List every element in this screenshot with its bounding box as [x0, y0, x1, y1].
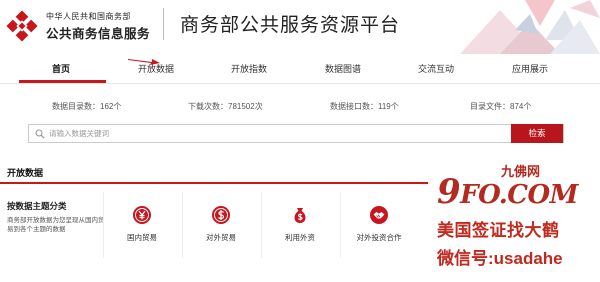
category-intro: 按数据主题分类 商务部开放数据为您呈现从国内贸易到各个主题的数据	[0, 192, 110, 262]
service-name: 公共商务信息服务	[46, 27, 151, 41]
nav-item-open-index[interactable]: 开放指数	[231, 62, 267, 75]
ministry-logo-icon[interactable]	[4, 8, 40, 44]
platform-title: 商务部公共服务资源平台	[180, 15, 401, 36]
category-label: 对外投资合作	[356, 233, 402, 242]
nav-active-underline	[19, 80, 106, 83]
stat-catalog-count: 数据目录数：162个	[52, 102, 122, 111]
category-label: 利用外资	[285, 233, 315, 242]
section-title-open-data: 开放数据	[7, 168, 44, 178]
nav-item-communication[interactable]: 交流互动	[418, 62, 454, 75]
watermark-domain-rest: FO.COM	[460, 180, 578, 210]
category-card-foreign-investment[interactable]: 利用外资	[261, 192, 337, 258]
category-card-outbound-investment[interactable]: 对外投资合作	[340, 192, 416, 258]
watermark-domain: 9FO.COM	[437, 172, 578, 212]
header-divider	[163, 8, 164, 40]
section-divider	[0, 182, 430, 184]
watermark-line-1: 美国签证找大鹤	[437, 221, 560, 240]
stats-bar: 数据目录数：162个 下载次数：781502次 数据接口数：119个 目录文件：…	[0, 101, 600, 115]
watermark-domain-nine: 9	[437, 172, 461, 212]
nav-item-data-graph[interactable]: 数据图谱	[325, 62, 361, 75]
money-bag-icon	[294, 208, 306, 223]
category-label: 对外贸易	[206, 233, 236, 242]
site-header: 中华人民共和国商务部 公共商务信息服务 商务部公共服务资源平台	[0, 0, 600, 54]
category-card-domestic-trade[interactable]: 国内贸易	[103, 192, 179, 258]
category-label: 国内贸易	[127, 233, 157, 242]
nav-item-home[interactable]: 首页	[52, 62, 70, 75]
stat-api-count: 数据接口数：119个	[330, 102, 399, 111]
category-description: 商务部开放数据为您呈现从国内贸易到各个主题的数据	[7, 217, 105, 233]
nav-pointer-arrow-icon	[128, 59, 160, 65]
nav-item-apps[interactable]: 应用展示	[512, 62, 548, 75]
ministry-name: 中华人民共和国商务部	[46, 12, 131, 21]
search-icon	[35, 129, 45, 139]
yen-coin-icon	[133, 206, 151, 224]
stat-download-count: 下载次数：781502次	[188, 102, 263, 111]
search-bar: 检索	[28, 124, 564, 143]
header-decoration	[460, 0, 600, 54]
dollar-coin-icon	[212, 206, 230, 224]
watermark-line-2: 微信号:usadahe	[437, 249, 563, 268]
search-button[interactable]: 检索	[511, 124, 563, 143]
handshake-icon	[370, 206, 388, 224]
category-title: 按数据主题分类	[7, 201, 67, 211]
category-card-foreign-trade[interactable]: 对外贸易	[182, 192, 258, 258]
stat-file-count: 目录文件：874个	[470, 102, 532, 111]
search-input[interactable]	[49, 126, 489, 141]
